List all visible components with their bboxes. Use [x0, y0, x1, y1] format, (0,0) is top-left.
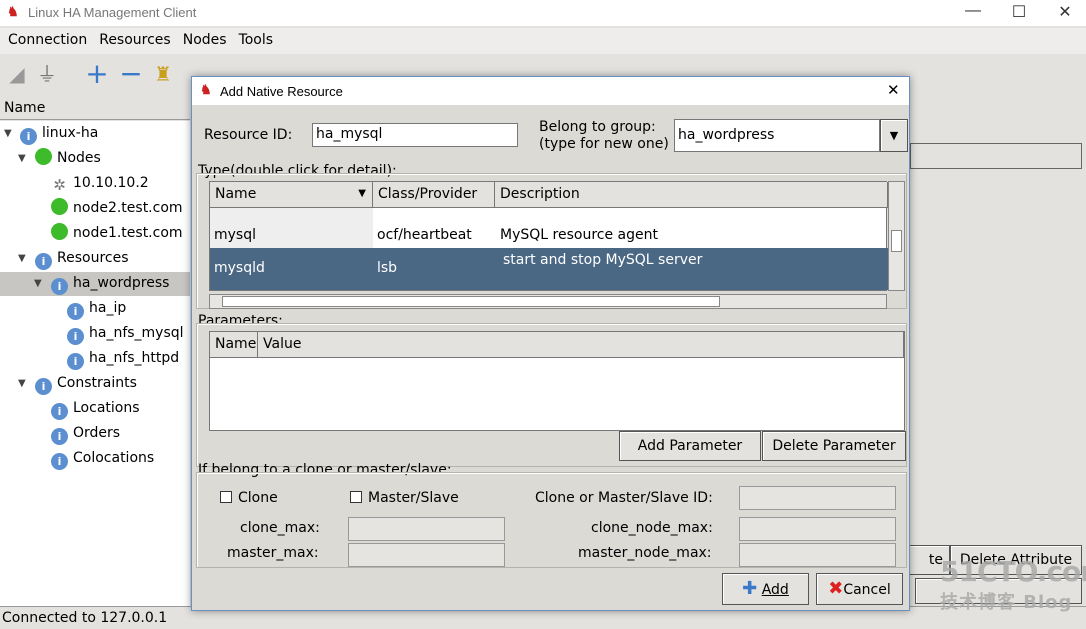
collapse-icon[interactable]: ▼	[18, 253, 26, 264]
resource-id-input[interactable]: ha_mysql	[312, 123, 518, 147]
connect-icon[interactable]: ◢	[4, 62, 30, 86]
collapse-icon[interactable]: ▼	[18, 378, 26, 389]
clone-id-input[interactable]	[739, 486, 896, 510]
tools-icon: ✲	[53, 176, 66, 194]
tree-item-colocations[interactable]: i Colocations	[51, 446, 154, 470]
tree-item-linux-ha[interactable]: i linux-ha	[20, 121, 98, 145]
collapse-icon[interactable]: ▼	[18, 153, 26, 164]
dialog-title: Add Native Resource	[220, 84, 343, 99]
column-description[interactable]: Description	[495, 182, 888, 208]
master-node-max-input[interactable]	[739, 543, 896, 567]
menu-bar: Connection Resources Nodes Tools	[0, 28, 1086, 54]
info-icon: i	[51, 428, 68, 445]
row-name[interactable]: mysql	[214, 227, 256, 243]
clone-node-max-input[interactable]	[739, 517, 896, 541]
remove-icon[interactable]: −	[118, 60, 144, 88]
add-icon[interactable]: +	[84, 60, 110, 88]
dialog-close-button[interactable]: ✕	[887, 81, 900, 99]
row-class: lsb	[377, 260, 398, 276]
tree-item-node[interactable]: ✲ 10.10.10.2	[51, 171, 149, 195]
info-icon: i	[35, 378, 52, 395]
clone-max-label: clone_max:	[240, 520, 320, 536]
tree-item-resource[interactable]: i ha_nfs_httpd	[67, 346, 179, 370]
dialog-title-bar: ♞ Add Native Resource ✕	[192, 77, 909, 105]
info-icon: i	[20, 128, 37, 145]
row-desc: MySQL resource agent	[500, 227, 658, 243]
column-param-value[interactable]: Value	[258, 332, 904, 358]
minimize-button[interactable]: —	[958, 2, 988, 20]
menu-resources[interactable]: Resources	[91, 28, 175, 48]
tree-item-ha-wordpress[interactable]: i ha_wordpress	[51, 271, 169, 295]
parameters-table: Name Value	[209, 331, 905, 431]
type-table: Name ▼ Class/Provider Description mysql o…	[209, 181, 888, 291]
info-icon: i	[67, 328, 84, 345]
add-parameter-button[interactable]: Add Parameter	[619, 431, 761, 461]
master-node-max-label: master_node_max:	[578, 545, 712, 561]
info-icon: i	[51, 453, 68, 470]
green-dot-icon	[51, 198, 68, 215]
collapse-icon[interactable]: ▼	[4, 128, 12, 139]
cancel-button[interactable]: ✖Cancel	[816, 573, 903, 605]
info-icon: i	[51, 278, 68, 295]
group-dropdown-button[interactable]: ▼	[880, 119, 908, 152]
tree-item-resources[interactable]: i Resources	[35, 246, 129, 270]
tree-item-node[interactable]: node1.test.com	[51, 221, 183, 245]
info-icon: i	[35, 253, 52, 270]
app-icon: ♞	[7, 4, 19, 19]
app-icon: ♞	[200, 82, 212, 97]
row-desc: start and stop MySQL server	[503, 252, 703, 268]
info-icon: i	[67, 353, 84, 370]
maximize-button[interactable]: ☐	[1004, 2, 1034, 22]
info-icon: i	[51, 403, 68, 420]
column-class[interactable]: Class/Provider	[373, 182, 495, 208]
vertical-scrollbar[interactable]	[888, 181, 905, 291]
cancel-x-icon: ✖	[828, 578, 844, 599]
green-dot-icon	[35, 148, 52, 165]
watermark-logo: 51CTO.com技术博客 Blog	[940, 555, 1086, 613]
close-button[interactable]: ✕	[1050, 2, 1080, 22]
horizontal-scrollbar[interactable]	[209, 294, 887, 309]
master-max-input[interactable]	[348, 543, 505, 567]
group-label: Belong to group:	[539, 119, 656, 135]
tree-item-locations[interactable]: i Locations	[51, 396, 140, 420]
tree-item-node[interactable]: node2.test.com	[51, 196, 183, 220]
column-name[interactable]: Name ▼	[210, 182, 373, 208]
delete-parameter-button[interactable]: Delete Parameter	[762, 431, 906, 461]
info-icon: i	[67, 303, 84, 320]
row-class: ocf/heartbeat	[377, 227, 472, 243]
column-param-name[interactable]: Name	[210, 332, 258, 358]
resource-id-label: Resource ID:	[204, 127, 293, 143]
tree-item-orders[interactable]: i Orders	[51, 421, 120, 445]
resource-tree: ▼ i linux-ha ▼ Nodes ✲ 10.10.10.2 node2.te…	[0, 121, 190, 606]
menu-connection[interactable]: Connection	[0, 28, 91, 48]
tree-item-nodes[interactable]: Nodes	[35, 146, 101, 170]
clone-id-label: Clone or Master/Slave ID:	[535, 490, 713, 506]
row-name[interactable]: mysqld	[214, 260, 265, 276]
add-button[interactable]: ✚ Add	[722, 573, 809, 605]
add-native-resource-dialog: ♞ Add Native Resource ✕ Resource ID: ha_…	[191, 76, 910, 611]
menu-nodes[interactable]: Nodes	[175, 28, 231, 48]
tree-item-resource[interactable]: i ha_ip	[67, 296, 126, 320]
sort-desc-icon: ▼	[358, 188, 366, 199]
title-bar: ♞ Linux HA Management Client — ☐ ✕	[0, 0, 1086, 26]
group-combo-input[interactable]: ha_wordpress	[674, 119, 880, 152]
clone-checkbox[interactable]: Clone	[220, 490, 278, 506]
clone-max-input[interactable]	[348, 517, 505, 541]
window-title: Linux HA Management Client	[28, 5, 197, 20]
cleanup-icon[interactable]: ♜	[150, 62, 176, 86]
tree-header: Name	[0, 96, 190, 120]
disconnect-icon[interactable]: ⏚	[34, 62, 60, 86]
collapse-icon[interactable]: ▼	[34, 278, 42, 289]
menu-tools[interactable]: Tools	[231, 28, 278, 48]
plus-icon: ✚	[742, 578, 758, 599]
green-dot-icon	[51, 223, 68, 240]
master-max-label: master_max:	[227, 545, 319, 561]
group-label-hint: (type for new one)	[539, 136, 669, 152]
attribute-table-header	[910, 143, 1082, 169]
master-slave-checkbox[interactable]: Master/Slave	[350, 490, 459, 506]
clone-node-max-label: clone_node_max:	[591, 520, 713, 536]
tree-item-resource[interactable]: i ha_nfs_mysql	[67, 321, 184, 345]
tree-item-constraints[interactable]: i Constraints	[35, 371, 137, 395]
